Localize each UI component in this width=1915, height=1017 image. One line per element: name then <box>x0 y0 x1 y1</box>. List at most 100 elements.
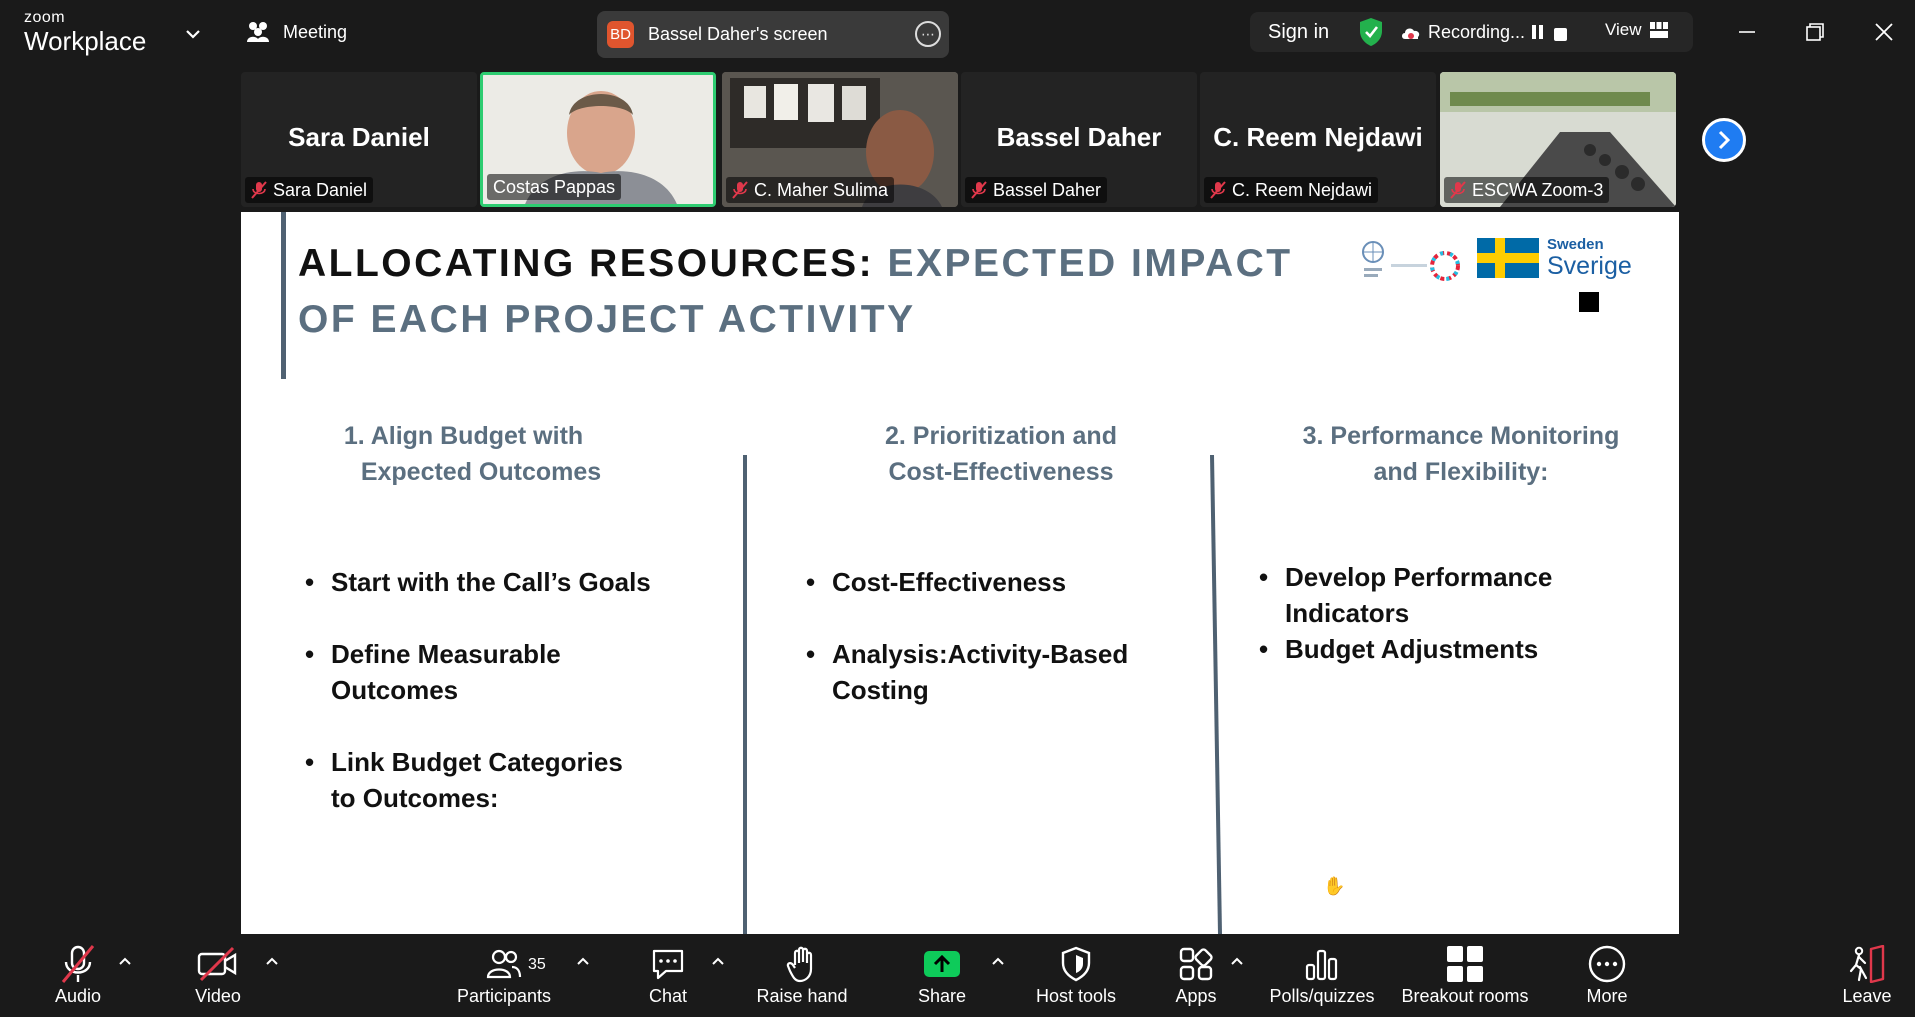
avatar: BD <box>607 21 634 48</box>
close-icon[interactable] <box>1870 18 1898 46</box>
list-item: Develop Performance Indicators <box>1259 559 1679 631</box>
hand-cursor-icon: ✋ <box>1323 876 1346 896</box>
polls-chart-icon <box>1305 949 1338 981</box>
encryption-shield-icon[interactable] <box>1358 17 1384 47</box>
audio-options-caret-icon[interactable] <box>118 956 132 966</box>
column-divider <box>743 455 747 934</box>
heading-line: 1. Align Budget with <box>343 422 584 450</box>
list-item: Budget Adjustments <box>1259 631 1679 667</box>
breakout-label: Breakout rooms <box>1401 986 1529 1006</box>
chat-icon <box>652 949 684 980</box>
participant-tile[interactable]: Bassel Daher Bassel Daher <box>961 72 1197 207</box>
participants-count: 35 <box>528 956 546 973</box>
participant-name: Sara Daniel <box>273 179 368 200</box>
restore-icon[interactable] <box>1801 18 1829 46</box>
cloud-recording-icon <box>1402 28 1420 39</box>
raise-hand-button[interactable]: Raise hand <box>752 934 852 1017</box>
participant-tile[interactable]: C. Maher Sulima <box>722 72 958 207</box>
chevron-right-icon <box>1718 130 1731 150</box>
view-label: View <box>1605 20 1642 39</box>
view-menu[interactable]: View <box>1605 20 1668 40</box>
host-tools-button[interactable]: Host tools <box>1030 934 1122 1017</box>
participants-label: Participants <box>456 986 552 1006</box>
next-page-button[interactable] <box>1702 118 1746 162</box>
list-item: Analysis:Activity-Based Costing <box>806 636 1226 708</box>
audio-button[interactable]: Audio <box>40 934 116 1017</box>
column-divider <box>1210 455 1222 934</box>
participants-icon <box>486 949 522 979</box>
participant-name: C. Maher Sulima <box>754 179 889 200</box>
participants-button[interactable]: Participants <box>450 934 558 1017</box>
leave-door-icon <box>1849 945 1885 983</box>
heading-line: and Flexibility: <box>1373 458 1549 486</box>
minimize-icon[interactable] <box>1733 18 1761 46</box>
shared-screen-indicator[interactable]: BD Bassel Daher's screen ⋯ <box>597 11 949 58</box>
slide-title-part1: ALLOCATING RESOURCES: <box>298 242 888 285</box>
heading-line: Cost-Effectiveness <box>888 458 1114 486</box>
share-button[interactable]: Share <box>912 934 972 1017</box>
more-button[interactable]: More <box>1580 934 1634 1017</box>
chat-button[interactable]: Chat <box>636 934 700 1017</box>
video-options-caret-icon[interactable] <box>265 956 279 966</box>
participant-tile[interactable]: ESCWA Zoom-3 <box>1440 72 1676 207</box>
stop-recording-icon[interactable] <box>1554 28 1567 41</box>
participant-strip: Sara Daniel Sara Daniel Costas Pappas C.… <box>241 72 1679 207</box>
video-button[interactable]: Video <box>180 934 256 1017</box>
pause-recording-icon[interactable] <box>1532 25 1546 44</box>
recording-indicator[interactable]: Recording... <box>1400 22 1525 43</box>
participant-name: C. Reem Nejdawi <box>1232 179 1373 200</box>
participant-display-name: C. Reem Nejdawi <box>1213 122 1423 152</box>
participant-name-tag: ESCWA Zoom-3 <box>1444 177 1610 203</box>
title-accent-bar <box>281 212 286 379</box>
participant-tile-active[interactable]: Costas Pappas <box>480 72 716 207</box>
chevron-down-icon[interactable] <box>183 24 203 44</box>
column-heading-3: 3. Performance Monitoring and Flexibilit… <box>1241 418 1679 490</box>
participant-name: Costas Pappas <box>493 176 616 197</box>
meeting-menu[interactable]: Meeting <box>245 20 347 44</box>
video-label: Video <box>195 986 241 1006</box>
polls-quizzes-button[interactable]: Polls/quizzes <box>1268 934 1376 1017</box>
logo-sverige-text: Sverige <box>1547 252 1632 280</box>
bullet-list-3: Develop Performance Indicators Budget Ad… <box>1259 559 1679 667</box>
leave-button[interactable]: Leave <box>1838 934 1896 1017</box>
participant-name-tag: C. Maher Sulima <box>726 177 895 203</box>
apps-icon <box>1179 947 1213 981</box>
apps-button[interactable]: Apps <box>1172 934 1220 1017</box>
grid-view-icon <box>1649 22 1668 38</box>
mic-muted-icon <box>1210 181 1226 199</box>
column-heading-1: 1. Align Budget with Expected Outcomes <box>281 418 681 490</box>
top-bar: zoom Workplace Meeting BD Bassel Daher's… <box>0 0 1915 67</box>
raise-hand-icon <box>786 946 813 983</box>
breakout-rooms-button[interactable]: Breakout rooms <box>1398 934 1532 1017</box>
shield-icon <box>1061 946 1091 982</box>
chat-options-caret-icon[interactable] <box>711 956 725 966</box>
zoom-logo[interactable]: zoom Workplace <box>24 9 147 56</box>
host-tools-label: Host tools <box>1035 986 1117 1006</box>
participant-tile[interactable]: Sara Daniel Sara Daniel <box>241 72 477 207</box>
more-options-icon[interactable]: ⋯ <box>915 21 941 47</box>
more-icon <box>1588 945 1626 983</box>
audio-label: Audio <box>54 986 102 1006</box>
participant-tile[interactable]: C. Reem Nejdawi C. Reem Nejdawi <box>1200 72 1436 207</box>
participant-name-tag: Bassel Daher <box>965 177 1108 203</box>
bullet-list-1: Start with the Call’s Goals Define Measu… <box>305 564 685 816</box>
sign-in-button[interactable]: Sign in <box>1268 21 1329 44</box>
slide-title: ALLOCATING RESOURCES: EXPECTED IMPACT OF… <box>298 236 1338 348</box>
polls-label: Polls/quizzes <box>1269 986 1375 1006</box>
sweden-flag-icon <box>1477 238 1539 278</box>
zoom-window: zoom Workplace Meeting BD Bassel Daher's… <box>0 0 1915 1017</box>
share-label: Share <box>917 986 967 1006</box>
meeting-icon <box>247 22 269 42</box>
apps-options-caret-icon[interactable] <box>1230 956 1244 966</box>
share-options-caret-icon[interactable] <box>991 956 1005 966</box>
meeting-toolbar: Audio Video Participants 35 Chat Raise h… <box>0 934 1915 1017</box>
participants-options-caret-icon[interactable] <box>576 956 590 966</box>
sdg-wheel-icon <box>1391 251 1460 281</box>
leave-label: Leave <box>1842 986 1892 1006</box>
list-item: Link Budget Categories to Outcomes: <box>305 744 645 816</box>
participant-name-tag: C. Reem Nejdawi <box>1204 177 1379 203</box>
breakout-rooms-icon <box>1447 946 1483 982</box>
participant-name: ESCWA Zoom-3 <box>1472 179 1604 200</box>
brand-top: zoom <box>24 9 66 26</box>
brand-bottom: Workplace <box>24 26 147 56</box>
